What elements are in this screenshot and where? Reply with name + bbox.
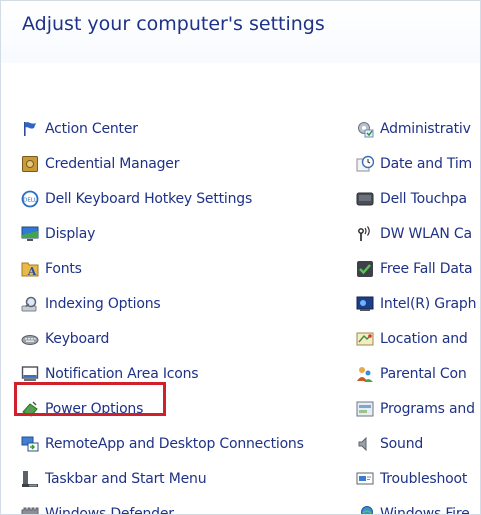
item-label: Programs and — [380, 400, 475, 417]
item-label: Sound — [380, 435, 424, 452]
item-label: DW WLAN Ca — [380, 225, 472, 242]
dell-logo-icon: DELL — [21, 190, 39, 208]
item-taskbar-start-menu[interactable]: Taskbar and Start Menu — [21, 461, 351, 496]
parental-controls-icon — [356, 365, 374, 383]
item-administrative-tools[interactable]: Administrativ — [356, 111, 480, 146]
flag-icon — [21, 120, 39, 138]
item-windows-firewall[interactable]: Windows Fire — [356, 496, 480, 515]
item-dell-touchpad[interactable]: Dell Touchpa — [356, 181, 480, 216]
item-display[interactable]: Display — [21, 216, 351, 251]
admin-tools-icon — [356, 120, 374, 138]
item-intel-graphics[interactable]: Intel(R) Graph — [356, 286, 480, 321]
page-title: Adjust your computer's settings — [22, 13, 325, 35]
item-label: Taskbar and Start Menu — [45, 470, 207, 487]
item-dw-wlan-card[interactable]: DW WLAN Ca — [356, 216, 480, 251]
item-date-and-time[interactable]: Date and Tim — [356, 146, 480, 181]
troubleshoot-icon — [356, 470, 374, 488]
item-programs-and-features[interactable]: Programs and — [356, 391, 480, 426]
item-label: Location and — [380, 330, 468, 347]
item-label: Date and Tim — [380, 155, 472, 172]
check-shield-icon — [356, 260, 374, 278]
item-label: Display — [45, 225, 96, 242]
keyboard-icon — [21, 330, 39, 348]
programs-icon — [356, 400, 374, 418]
firewall-icon — [356, 505, 374, 514]
item-credential-manager[interactable]: Credential Manager — [21, 146, 351, 181]
item-label: Parental Con — [380, 365, 467, 382]
svg-text:A: A — [27, 265, 37, 278]
item-label: Intel(R) Graph — [380, 295, 477, 312]
item-action-center[interactable]: Action Center — [21, 111, 351, 146]
item-indexing-options[interactable]: Indexing Options — [21, 286, 351, 321]
svg-text:DELL: DELL — [23, 197, 38, 203]
castle-wall-icon — [21, 505, 39, 514]
item-parental-controls[interactable]: Parental Con — [356, 356, 480, 391]
item-label: Troubleshoot — [380, 470, 468, 487]
item-keyboard[interactable]: Keyboard — [21, 321, 351, 356]
item-label: Windows Defender — [45, 505, 174, 515]
left-column: Action Center Credential Manager DELL De… — [21, 111, 351, 515]
item-label: Windows Fire — [380, 505, 470, 515]
speaker-icon — [356, 435, 374, 453]
item-label: Free Fall Data — [380, 260, 473, 277]
location-icon — [356, 330, 374, 348]
item-location-sensors[interactable]: Location and — [356, 321, 480, 356]
taskbar-icon — [21, 470, 39, 488]
item-label: RemoteApp and Desktop Connections — [45, 435, 304, 452]
item-label: Notification Area Icons — [45, 365, 199, 382]
remote-desktop-icon — [21, 435, 39, 453]
item-label: Dell Keyboard Hotkey Settings — [45, 190, 253, 207]
item-dell-keyboard-hotkey[interactable]: DELL Dell Keyboard Hotkey Settings — [21, 181, 351, 216]
highlight-box — [14, 382, 166, 416]
item-label: Dell Touchpa — [380, 190, 467, 207]
item-label: Administrativ — [380, 120, 471, 137]
right-column: Administrativ Date and Tim Dell Touchpa … — [356, 111, 480, 515]
header-bar: Adjust your computer's settings — [1, 1, 480, 63]
intel-graphics-icon — [356, 295, 374, 313]
item-remoteapp[interactable]: RemoteApp and Desktop Connections — [21, 426, 351, 461]
fonts-folder-icon: A — [21, 260, 39, 278]
item-fonts[interactable]: A Fonts — [21, 251, 351, 286]
item-label: Indexing Options — [45, 295, 161, 312]
item-label: Keyboard — [45, 330, 110, 347]
vault-icon — [21, 155, 39, 173]
item-label: Action Center — [45, 120, 138, 137]
control-panel-window: Adjust your computer's settings Action C… — [0, 0, 481, 515]
monitor-icon — [21, 225, 39, 243]
item-free-fall-data[interactable]: Free Fall Data — [356, 251, 480, 286]
magnifier-icon — [21, 295, 39, 313]
touchpad-icon — [356, 190, 374, 208]
item-label: Fonts — [45, 260, 82, 277]
item-troubleshooting[interactable]: Troubleshoot — [356, 461, 480, 496]
taskbar-monitor-icon — [21, 365, 39, 383]
item-sound[interactable]: Sound — [356, 426, 480, 461]
item-windows-defender[interactable]: Windows Defender — [21, 496, 351, 515]
item-label: Credential Manager — [45, 155, 180, 172]
wlan-antenna-icon — [356, 225, 374, 243]
clock-icon — [356, 155, 375, 173]
